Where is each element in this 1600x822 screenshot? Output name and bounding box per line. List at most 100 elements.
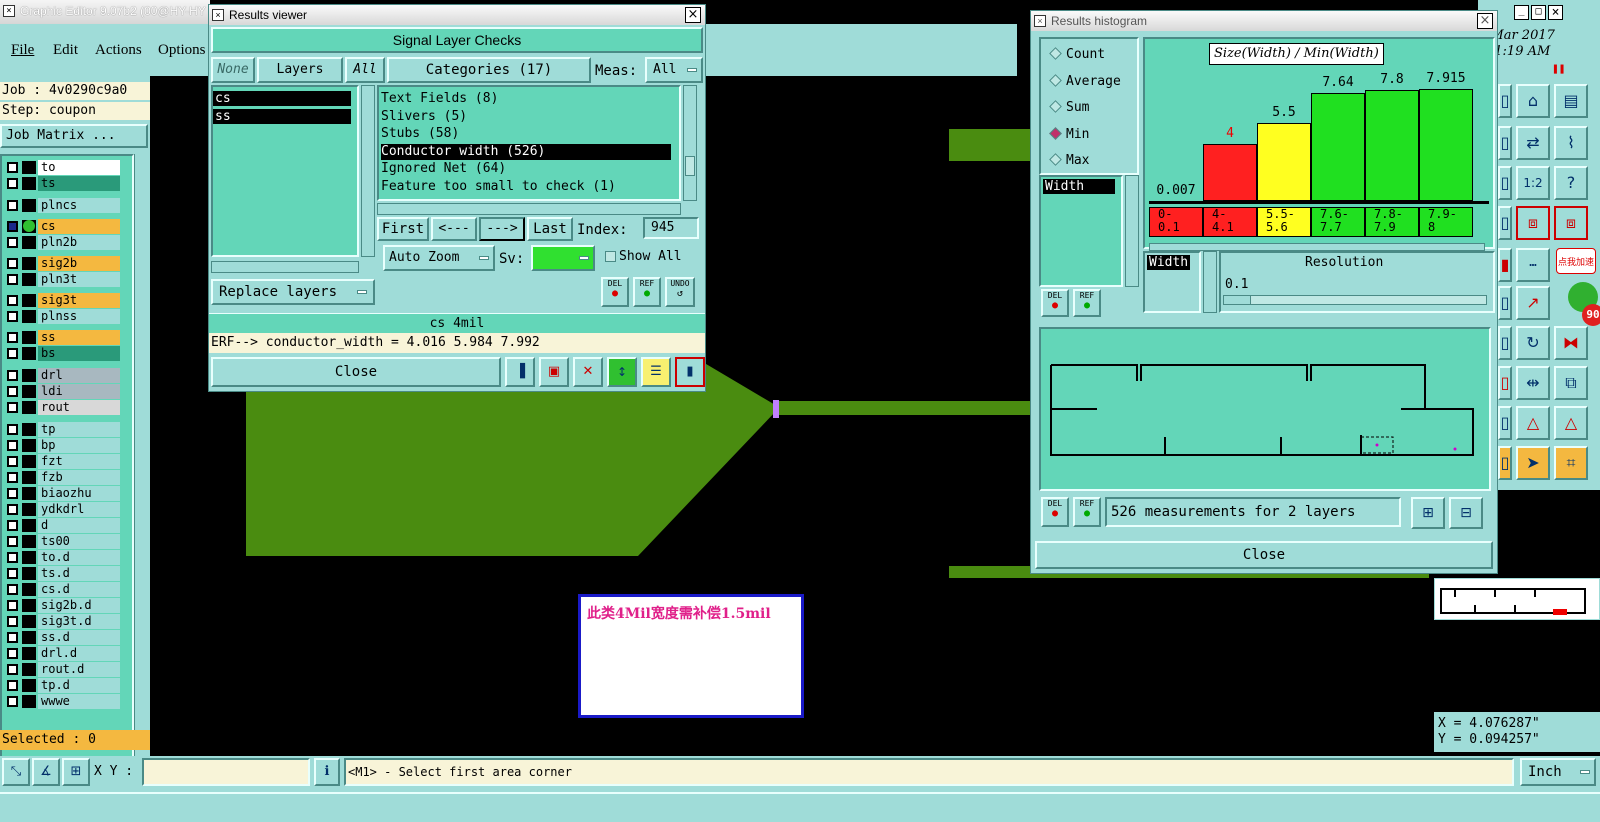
layer-row[interactable]: ss.d — [4, 630, 120, 645]
tool-b-icon[interactable]: ▯ — [1498, 166, 1512, 200]
histogram-titlebar[interactable]: × Results histogram × — [1031, 11, 1497, 31]
layer-row[interactable]: tp — [4, 422, 120, 437]
layer-row[interactable]: fzt — [4, 454, 120, 469]
del-button[interactable]: DEL ● — [601, 277, 629, 307]
layer-checkbox[interactable] — [7, 568, 18, 579]
menu-actions[interactable]: Actions — [95, 42, 142, 59]
mode-radio-average[interactable]: Average — [1049, 74, 1121, 89]
histogram-close-button[interactable]: Close — [1035, 541, 1493, 569]
layer-checkbox[interactable] — [7, 440, 18, 451]
zoom-swap-icon[interactable]: ⇄ — [1516, 126, 1550, 160]
next-button[interactable]: ---> — [479, 217, 525, 241]
layer-checkbox[interactable] — [7, 552, 18, 563]
histogram-list[interactable]: Width — [1039, 175, 1123, 287]
tool-g-icon[interactable]: ▯ — [1498, 366, 1512, 400]
layer-row[interactable]: pln3t — [4, 272, 120, 287]
categories-vscroll[interactable] — [683, 85, 697, 201]
layer-row[interactable]: sig2b — [4, 256, 120, 271]
results-viewer-close-icon[interactable]: × — [685, 7, 701, 23]
tool-i-icon[interactable]: ▯ — [1498, 446, 1512, 480]
tool-h-icon[interactable]: ▯ — [1498, 406, 1512, 440]
layer-row[interactable]: bp — [4, 438, 120, 453]
menu-edit[interactable]: Edit — [53, 42, 78, 59]
rotate-icon[interactable]: ↻ — [1516, 326, 1550, 360]
layer-checkbox[interactable] — [7, 162, 18, 173]
info-icon[interactable]: ℹ — [314, 758, 340, 786]
layer-checkbox[interactable] — [7, 258, 18, 269]
layer-row[interactable]: ts00 — [4, 534, 120, 549]
layer-row[interactable]: pln2b — [4, 235, 120, 250]
layer-row[interactable]: sig3t — [4, 293, 120, 308]
resolution-slider[interactable] — [1223, 295, 1487, 305]
chart-hscroll[interactable] — [1149, 243, 1485, 251]
layer-result-ss[interactable]: ss — [213, 109, 351, 124]
layer-checkbox[interactable] — [7, 536, 18, 547]
layer-checkbox[interactable] — [7, 274, 18, 285]
tool-a-icon[interactable]: ▯ — [1498, 126, 1512, 160]
snap-toggle-icon[interactable]: ∡ — [32, 758, 60, 786]
layer-row[interactable]: drl — [4, 368, 120, 383]
menu-file[interactable]: File — [11, 42, 34, 59]
layer-row[interactable]: ydkdrl — [4, 502, 120, 517]
help-icon[interactable]: ? — [1554, 166, 1588, 200]
layer-checkbox[interactable] — [7, 370, 18, 381]
layer-row[interactable]: rout — [4, 400, 120, 415]
mode-radio-min[interactable]: Min — [1049, 127, 1089, 142]
range-cell[interactable]: 5.5- 5.6 — [1257, 207, 1311, 237]
zoom-icon[interactable]: ⤡ — [2, 758, 30, 786]
category-item[interactable]: Ignored Net (64) — [381, 161, 671, 177]
layer-row[interactable]: wwwe — [4, 694, 120, 709]
layer-row[interactable]: ldi — [4, 384, 120, 399]
snap-icon[interactable]: ⌇ — [1554, 126, 1588, 160]
prev-button[interactable]: <--- — [431, 217, 477, 241]
replace-layers-dropdown[interactable]: Replace layers — [211, 279, 375, 305]
histogram-list-scroll[interactable] — [1125, 175, 1139, 287]
stretch-icon[interactable]: ⇹ — [1516, 366, 1550, 400]
pause-icon[interactable]: ❚❚ — [1552, 62, 1565, 75]
layer-row[interactable]: biaozhu — [4, 486, 120, 501]
layer-checkbox[interactable] — [7, 600, 18, 611]
route-icon[interactable]: ⌗ — [1554, 446, 1588, 480]
range-cell[interactable]: 7.9- 8 — [1419, 207, 1473, 237]
transform-icon[interactable]: ⧉ — [1554, 366, 1588, 400]
undo-button[interactable]: UNDO ↺ — [665, 277, 695, 307]
layer-checkbox[interactable] — [7, 680, 18, 691]
scale-icon[interactable]: 1:2 — [1516, 166, 1550, 200]
results-viewer-titlebar[interactable]: × Results viewer × — [209, 5, 705, 25]
range-cell[interactable]: 7.8- 7.9 — [1365, 207, 1419, 237]
zoom-fit-icon[interactable]: ⊞ — [1411, 497, 1445, 529]
histogram-list-item[interactable]: Width — [1043, 179, 1115, 194]
range-cell[interactable]: 4- 4.1 — [1203, 207, 1257, 237]
layer-checkbox[interactable] — [7, 616, 18, 627]
layer-result-cs[interactable]: cs — [213, 91, 351, 106]
erf-icon[interactable]: ✕ — [573, 357, 603, 387]
layer-checkbox[interactable] — [7, 488, 18, 499]
meas-dropdown[interactable]: All — [645, 57, 703, 83]
layer-row[interactable]: fzb — [4, 470, 120, 485]
layer-compare-2-icon[interactable]: ⧈ — [1554, 206, 1588, 240]
results-close-button[interactable]: Close — [211, 357, 501, 387]
layer-checkbox[interactable] — [7, 424, 18, 435]
home-icon[interactable]: ⌂ — [1516, 84, 1550, 118]
layer-row[interactable]: plnss — [4, 309, 120, 324]
tool-icon-2[interactable]: ▣ — [539, 357, 569, 387]
category-item[interactable]: Text Fields (8) — [381, 91, 671, 107]
tool-view-icon[interactable]: ▯ — [1498, 84, 1512, 118]
histogram-bar[interactable] — [1365, 90, 1419, 201]
tool-icon-3[interactable]: ↕ — [607, 357, 637, 387]
layer-row[interactable]: d — [4, 518, 120, 533]
layer-checkbox[interactable] — [7, 472, 18, 483]
tool-c-icon[interactable]: ▯ — [1498, 206, 1512, 240]
layer-row[interactable]: tp.d — [4, 678, 120, 693]
histogram-bar[interactable] — [1257, 122, 1311, 201]
mini-map[interactable] — [1434, 578, 1600, 620]
pointer-icon[interactable]: ➤ — [1516, 446, 1550, 480]
layer-list-vscroll[interactable] — [361, 85, 375, 257]
measure-icon[interactable]: ↗ — [1516, 286, 1550, 320]
layer-checkbox[interactable] — [7, 221, 18, 232]
index-input[interactable]: 945 — [643, 217, 699, 239]
layer-list-hscroll[interactable] — [211, 261, 359, 273]
range-cell[interactable]: 0- 0.1 — [1149, 207, 1203, 237]
scroll-thumb[interactable] — [685, 156, 695, 176]
report-icon[interactable]: ☰ — [641, 357, 671, 387]
